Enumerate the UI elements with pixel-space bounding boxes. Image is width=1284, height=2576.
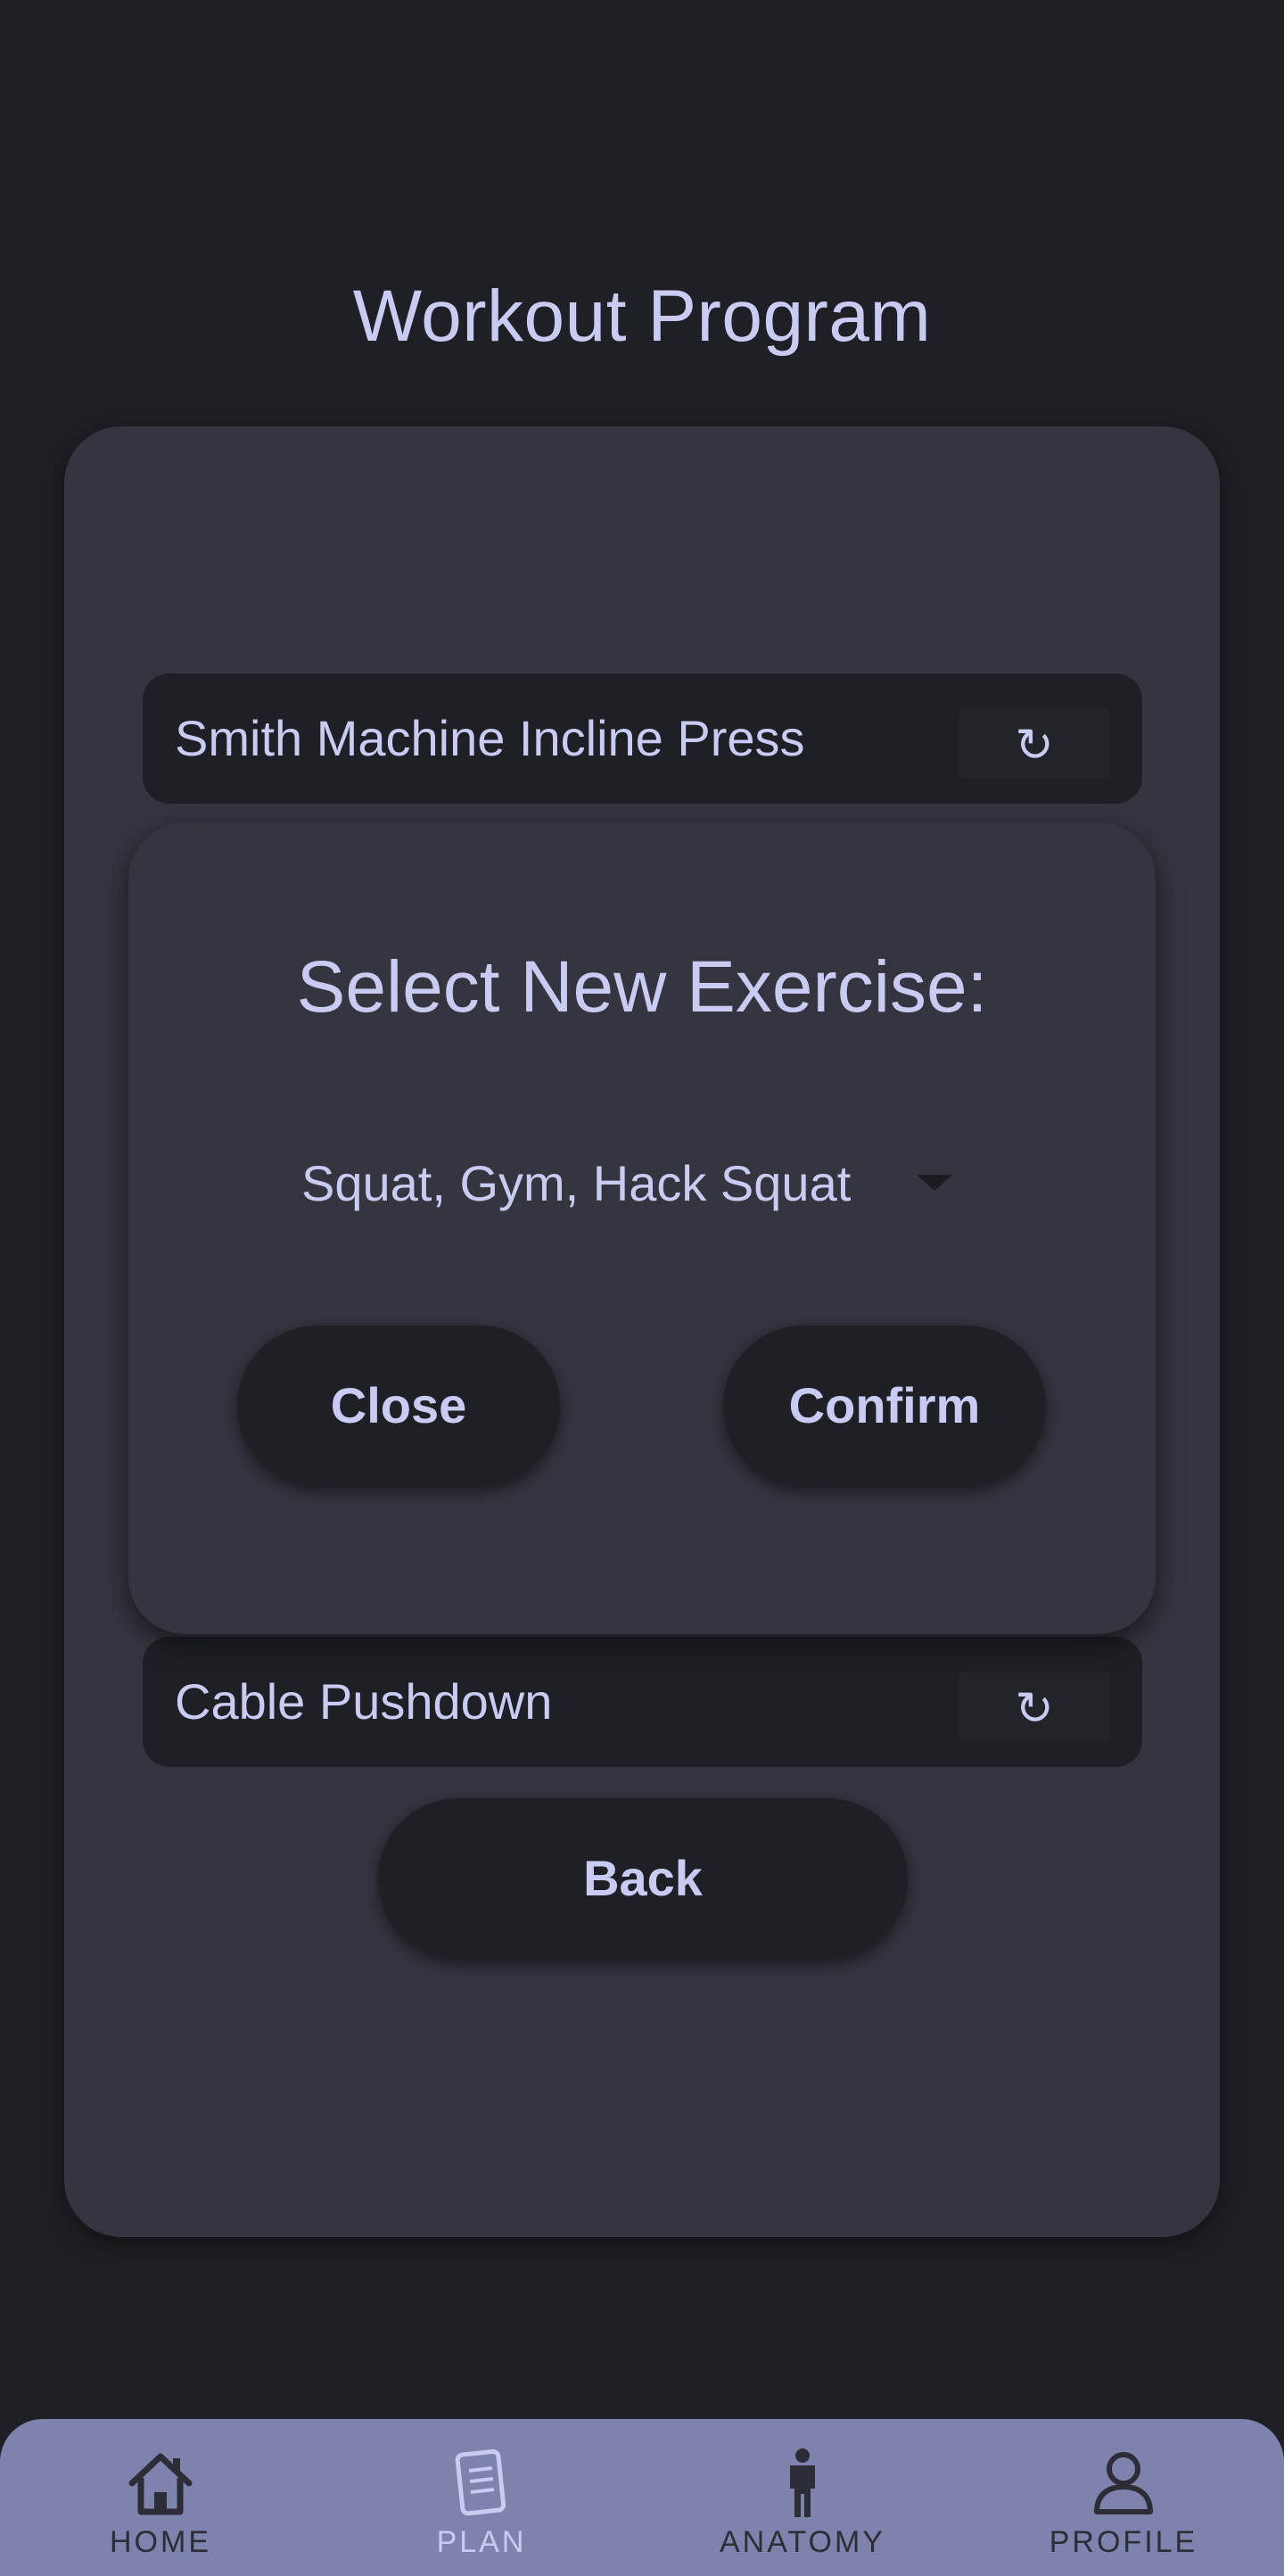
nav-item-profile[interactable]: PROFILE bbox=[963, 2419, 1284, 2576]
nav-item-anatomy[interactable]: ANATOMY bbox=[642, 2419, 963, 2576]
nav-label-plan: PLAN bbox=[436, 2525, 527, 2559]
bottom-nav-bar: HOME PLAN ANATOMY PROFILE bbox=[0, 2419, 1284, 2576]
exercise-row-1[interactable]: Smith Machine Incline Press ↻ bbox=[143, 673, 1142, 804]
nav-label-anatomy: ANATOMY bbox=[720, 2525, 885, 2559]
home-icon bbox=[128, 2453, 193, 2515]
swap-exercise-icon[interactable]: ↻ bbox=[959, 1671, 1110, 1742]
anatomy-icon bbox=[790, 2448, 815, 2517]
select-exercise-dialog: Select New Exercise: Squat, Gym, Hack Sq… bbox=[128, 822, 1156, 1634]
exercise-dropdown[interactable]: Squat, Gym, Hack Squat bbox=[301, 1139, 979, 1228]
nav-label-home: HOME bbox=[110, 2525, 211, 2559]
close-button[interactable]: Close bbox=[237, 1325, 560, 1486]
profile-icon bbox=[1094, 2452, 1153, 2514]
exercise-name: Smith Machine Incline Press bbox=[175, 710, 805, 766]
exercise-row-2[interactable]: Cable Pushdown ↻ bbox=[143, 1637, 1142, 1767]
chevron-down-icon bbox=[917, 1175, 952, 1191]
dropdown-selected-value: Squat, Gym, Hack Squat bbox=[301, 1155, 852, 1211]
swap-exercise-icon[interactable]: ↻ bbox=[959, 707, 1110, 779]
back-button[interactable]: Back bbox=[378, 1798, 908, 1959]
nav-label-profile: PROFILE bbox=[1049, 2525, 1198, 2559]
nav-item-plan[interactable]: PLAN bbox=[321, 2419, 642, 2576]
plan-icon bbox=[455, 2448, 506, 2516]
workout-program-screen: Workout Program Smith Machine Incline Pr… bbox=[0, 0, 1284, 2576]
nav-item-home[interactable]: HOME bbox=[0, 2419, 321, 2576]
page-title: Workout Program bbox=[352, 276, 932, 357]
confirm-button[interactable]: Confirm bbox=[723, 1325, 1046, 1486]
exercise-name: Cable Pushdown bbox=[175, 1673, 553, 1730]
dialog-title: Select New Exercise: bbox=[296, 946, 988, 1028]
